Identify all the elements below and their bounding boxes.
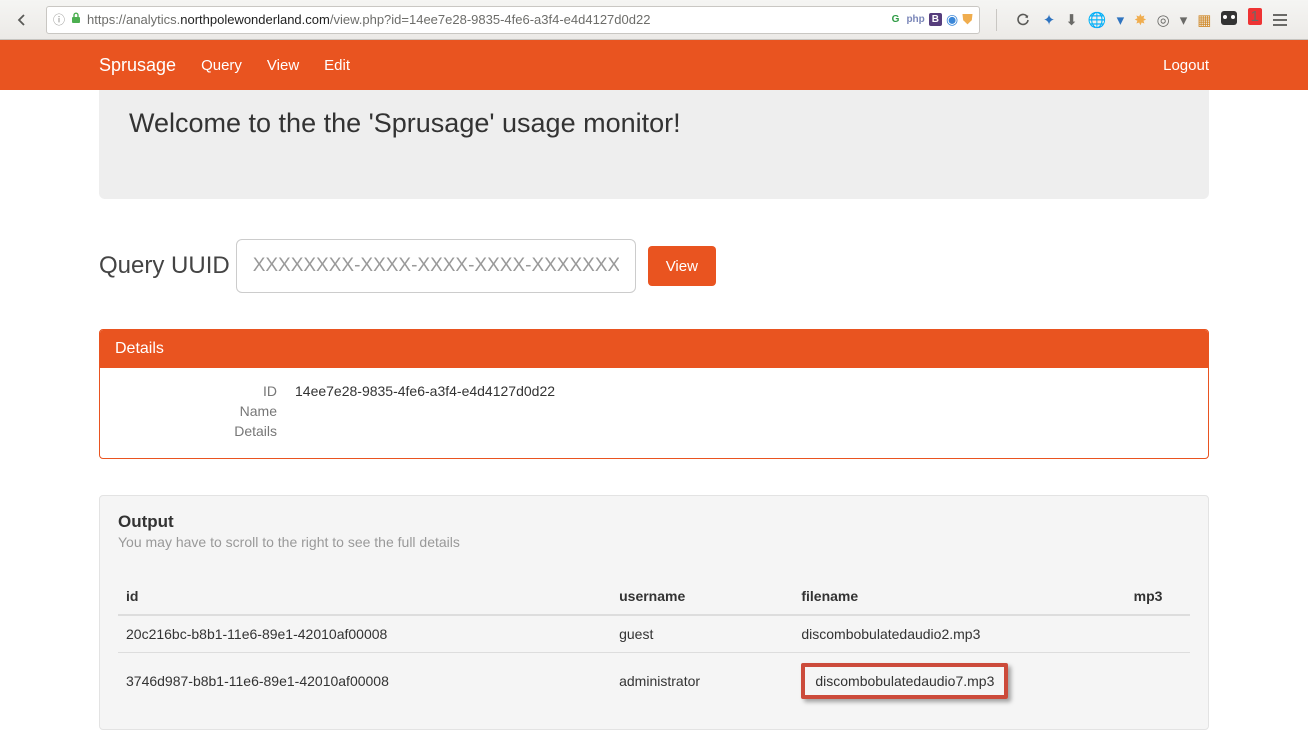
chrome-divider [996,9,997,31]
detail-row-id: ID 14ee7e28-9835-4fe6-a3f4-e4d4127d0d22 [120,383,1188,399]
output-panel: Output You may have to scroll to the rig… [99,495,1209,730]
table-row: 3746d987-b8b1-11e6-89e1-42010af00008 adm… [118,653,1190,710]
col-username: username [611,578,793,615]
url-prefix: https://analytics. [87,12,180,27]
back-button[interactable] [8,6,36,34]
toolbar-icons: ✦ ⬇ 🌐 ▾ ✸ ◎ ▾ ▦ 1 [1043,6,1300,34]
url-right-icons: G php B ◉ ⛊ [889,11,973,28]
url-bar[interactable]: ⓘ https://analytics.northpolewonderland.… [46,6,980,34]
table-row: 20c216bc-b8b1-11e6-89e1-42010af00008 gue… [118,615,1190,653]
cell-username: guest [611,615,793,653]
cell-mp3 [1126,653,1190,710]
view-button[interactable]: View [648,246,716,286]
query-row: Query UUID View [99,239,1209,293]
url-path: /view.php?id=14ee7e28-9835-4fe6-a3f4-e4d… [330,12,651,27]
reload-button[interactable] [1009,6,1037,34]
nav-view[interactable]: View [267,57,299,74]
ext-puzzle-icon[interactable]: ✦ [1043,11,1056,29]
query-uuid-input[interactable] [236,239,636,293]
nav-logout[interactable]: Logout [1163,57,1209,74]
ext-box-icon[interactable]: ▦ [1197,11,1211,29]
jumbotron: Welcome to the the 'Sprusage' usage moni… [99,90,1209,199]
nav-edit[interactable]: Edit [324,57,350,74]
ext-bootstrap-icon[interactable]: B [929,13,942,26]
cell-filename: discombobulatedaudio2.mp3 [793,615,1125,653]
col-mp3: mp3 [1126,578,1190,615]
cell-id: 20c216bc-b8b1-11e6-89e1-42010af00008 [118,615,611,653]
brand[interactable]: Sprusage [99,55,176,76]
ext-shield-icon[interactable]: ⛊ [962,11,973,28]
detail-label: Details [120,423,295,439]
output-heading: Output [118,512,1190,532]
detail-value: 14ee7e28-9835-4fe6-a3f4-e4d4127d0d22 [295,383,555,399]
details-panel: Details ID 14ee7e28-9835-4fe6-a3f4-e4d41… [99,329,1209,459]
cell-filename-highlighted: discombobulatedaudio7.mp3 [793,653,1125,710]
cell-id: 3746d987-b8b1-11e6-89e1-42010af00008 [118,653,611,710]
url-text: https://analytics.northpolewonderland.co… [87,12,883,27]
highlight-box: discombobulatedaudio7.mp3 [801,663,1008,699]
badge-count: 1 [1248,8,1262,25]
ext-g-icon[interactable]: G [889,13,903,26]
col-id: id [118,578,611,615]
col-filename: filename [793,578,1125,615]
detail-label: Name [120,403,295,419]
nav-query[interactable]: Query [201,57,242,74]
page-heading: Welcome to the the 'Sprusage' usage moni… [129,108,1179,139]
ext-php-icon[interactable]: php [906,14,924,25]
info-icon[interactable]: ⓘ [53,11,65,28]
detail-row-details: Details [120,423,1188,439]
cell-mp3 [1126,615,1190,653]
ext-star-icon[interactable]: ▾ [1117,11,1125,29]
globe-icon[interactable]: 🌐 [1088,11,1107,29]
download-icon[interactable]: ⬇ [1065,11,1078,29]
ext-target-icon[interactable]: ◎ [1157,11,1170,29]
output-table: id username filename mp3 20c216bc-b8b1-1… [118,578,1190,709]
cell-username: administrator [611,653,793,710]
browser-chrome: ⓘ https://analytics.northpolewonderland.… [0,0,1308,40]
ext-wappalyzer-icon[interactable]: ◉ [946,11,958,28]
details-heading: Details [100,330,1208,368]
ext-more-icon[interactable]: ▾ [1180,11,1188,29]
hamburger-menu[interactable] [1266,6,1294,34]
query-label: Query UUID [99,252,230,280]
ext-fox-icon[interactable]: ✸ [1134,11,1147,29]
detail-row-name: Name [120,403,1188,419]
detail-label: ID [120,383,295,399]
lock-icon [71,12,81,27]
navbar: Sprusage Query View Edit Logout [0,40,1308,90]
url-host: northpolewonderland.com [180,12,330,27]
output-hint: You may have to scroll to the right to s… [118,534,1190,550]
ext-noscript-icon[interactable]: 1 [1221,11,1256,29]
